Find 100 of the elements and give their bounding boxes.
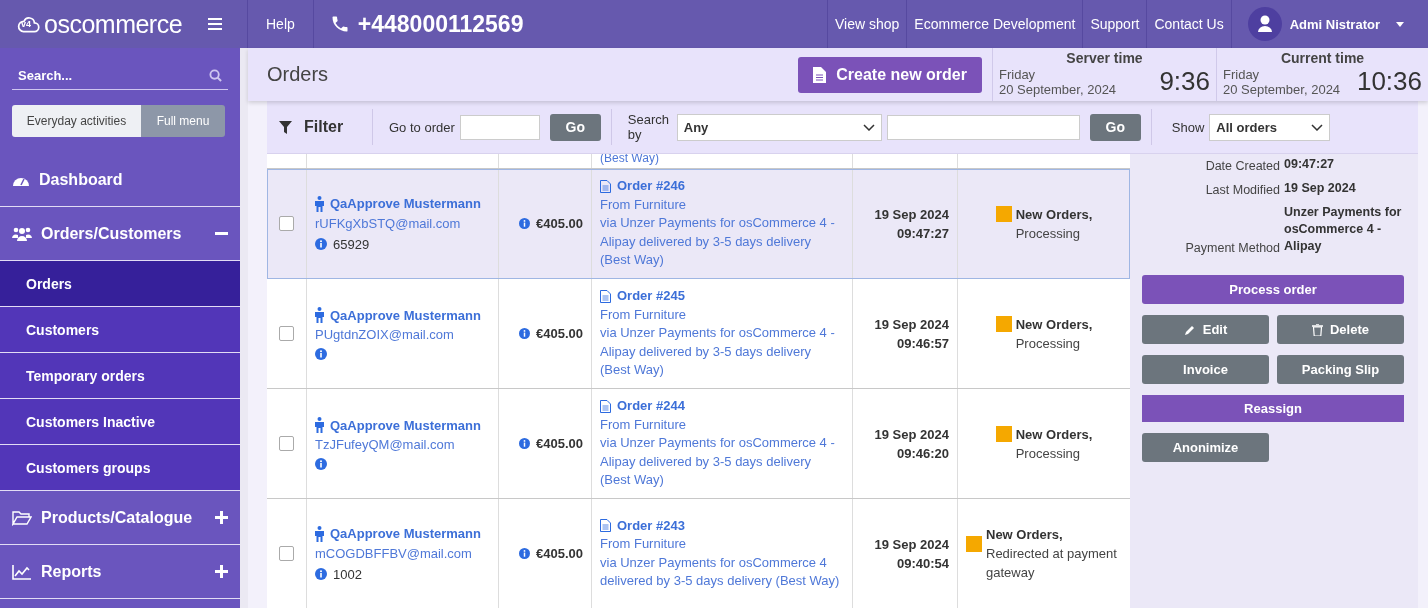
menu-mode-toggle[interactable]: Full menu — [141, 105, 225, 137]
expand-icon[interactable] — [215, 511, 228, 524]
order-substatus: Processing — [1015, 224, 1081, 243]
info-icon[interactable] — [519, 218, 530, 229]
row-checkbox[interactable] — [279, 216, 294, 231]
detail-label: Payment Method — [1184, 241, 1280, 255]
sidebar-subitem[interactable]: Customers — [0, 307, 240, 353]
menu-mode-toggle[interactable]: Everyday activities — [12, 105, 141, 137]
clock-label: Current time — [1279, 50, 1366, 66]
search-icon — [209, 69, 222, 82]
order-time: 09:46:57 — [896, 334, 949, 353]
sidebar-subitem[interactable]: Orders — [0, 261, 240, 307]
chevron-down-icon — [1311, 123, 1324, 131]
users-icon — [12, 225, 32, 242]
clock-date: 20 September, 2024 — [999, 81, 1117, 97]
order-time: 09:40:54 — [896, 554, 949, 573]
row-checkbox[interactable] — [279, 326, 294, 341]
action-button[interactable]: Reassign — [1142, 395, 1404, 422]
clock-time: 10:36 — [1356, 66, 1422, 97]
document-icon — [600, 290, 611, 303]
order-amount: €405.00 — [536, 436, 583, 451]
logo-version-text: v4 — [21, 18, 31, 29]
customer-email[interactable]: mCOGDBFFBV@mail.com — [315, 545, 490, 561]
clock-time: 9:36 — [1159, 66, 1210, 97]
create-order-button[interactable]: Create new order — [798, 56, 982, 93]
order-source: From Furniture — [600, 415, 687, 434]
order-shipping: via Unzer Payments for osCommerce 4 - Alipay delivered by 3-5 days delivery (Best Way) — [600, 434, 836, 490]
customer-name[interactable]: QaApprove Mustermann — [330, 307, 481, 323]
order-number-link[interactable]: Order #244 — [617, 397, 685, 416]
person-icon — [315, 307, 324, 323]
order-row[interactable] — [267, 389, 1130, 499]
field-label: Go to order — [389, 119, 455, 135]
go-button[interactable]: Go — [1089, 113, 1141, 141]
logo-text: oscommerce — [44, 9, 183, 39]
order-shipping: via Unzer Payments for osCommerce 4 - Alipay delivered by 3-5 days delivery (Best Way) — [600, 214, 836, 270]
menu-search-field[interactable]: Search... — [18, 68, 209, 83]
customer-email[interactable]: TzJFufeyQM@mail.com — [315, 437, 490, 452]
info-icon[interactable] — [315, 238, 327, 250]
sidebar-item[interactable]: Dashboard — [0, 153, 240, 207]
order-date: 19 Sep 2024 — [874, 315, 949, 334]
sidebar-subitem[interactable]: Customers groups — [0, 445, 240, 491]
row-checkbox[interactable] — [279, 436, 294, 451]
clock-day: Friday — [999, 66, 1117, 82]
search-by-select[interactable]: Any — [676, 113, 882, 141]
customer-name[interactable]: QaApprove Mustermann — [330, 526, 481, 541]
order-row[interactable] — [267, 169, 1130, 279]
user-name[interactable]: Admi Nistrator — [1289, 16, 1380, 32]
order-source: From Furniture — [600, 535, 687, 553]
order-source: From Furniture — [600, 195, 687, 214]
info-icon[interactable] — [315, 568, 327, 580]
info-icon[interactable] — [315, 458, 327, 470]
menu-icon[interactable] — [208, 18, 223, 30]
person-icon — [315, 525, 324, 542]
user-avatar-icon[interactable] — [1247, 7, 1282, 41]
detail-value: Unzer Payments for osCommerce 4 - Alipay — [1284, 204, 1403, 255]
sidebar-item[interactable]: Reports — [0, 545, 240, 599]
logo[interactable]: v4 oscommerce — [16, 9, 183, 39]
customer-email[interactable]: rUFKgXbSTQ@mail.com — [315, 215, 490, 231]
info-icon[interactable] — [315, 348, 327, 360]
order-status: New Orders, — [1015, 205, 1093, 224]
info-icon[interactable] — [519, 548, 530, 559]
order-number-link[interactable]: Order #245 — [617, 287, 685, 306]
action-button[interactable]: Invoice — [1142, 355, 1269, 384]
info-icon[interactable] — [519, 438, 530, 449]
caret-icon[interactable] — [1396, 21, 1404, 27]
line-chart-icon — [12, 563, 32, 580]
person-icon — [315, 417, 324, 433]
customer-email[interactable]: PUgtdnZOIX@mail.com — [315, 327, 490, 342]
search-field[interactable] — [886, 114, 1080, 140]
chevron-down-icon — [862, 123, 875, 131]
sidebar-item[interactable]: Products/Catalogue — [0, 491, 240, 545]
sidebar-subitem[interactable]: Temporary orders — [0, 353, 240, 399]
field-label: Show — [1171, 119, 1205, 135]
action-button[interactable]: Delete — [1277, 315, 1404, 344]
phone-number: +448000112569 — [357, 10, 524, 38]
customer-name[interactable]: QaApprove Mustermann — [330, 196, 481, 211]
order-status: New Orders, — [1015, 425, 1093, 444]
order-date: 19 Sep 2024 — [874, 535, 949, 554]
order-row[interactable] — [267, 279, 1130, 389]
document-icon — [600, 519, 611, 533]
order-number-link[interactable]: Order #243 — [617, 516, 685, 535]
action-button[interactable]: Packing Slip — [1277, 355, 1404, 384]
action-button[interactable]: Edit — [1142, 315, 1269, 344]
customer-name[interactable]: QaApprove Mustermann — [330, 417, 481, 433]
detail-label: Date Created — [1204, 159, 1280, 173]
row-checkbox[interactable] — [279, 546, 294, 561]
action-button[interactable]: Anonimize — [1142, 433, 1269, 462]
order-number-link[interactable]: Order #246 — [617, 177, 685, 196]
clock-label: Server time — [1065, 50, 1144, 66]
action-button[interactable]: Process order — [1142, 275, 1404, 304]
show-select[interactable]: All orders — [1209, 113, 1331, 141]
go-button[interactable]: Go — [549, 113, 601, 141]
sidebar-subitem[interactable]: Customers Inactive — [0, 399, 240, 445]
order-date: 19 Sep 2024 — [874, 205, 949, 224]
expand-icon[interactable] — [215, 565, 228, 578]
order-substatus: Processing — [1015, 334, 1081, 353]
info-icon[interactable] — [519, 328, 530, 339]
field-label: Search by — [627, 112, 670, 142]
clock-day: Friday — [1223, 66, 1341, 82]
order-number-field[interactable] — [459, 114, 540, 140]
